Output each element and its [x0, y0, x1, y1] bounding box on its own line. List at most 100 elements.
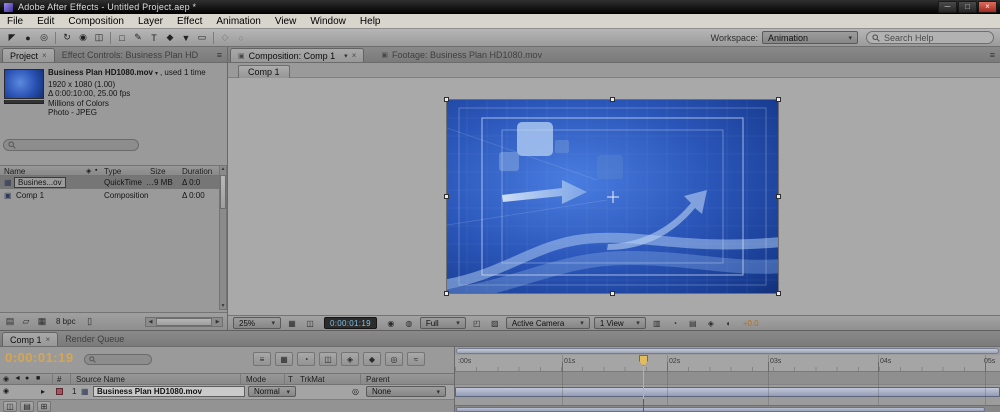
footage-thumbnail[interactable] — [4, 69, 44, 99]
brainstorm-icon[interactable]: ◆ — [363, 352, 381, 366]
scroll-up-icon[interactable]: ▲ — [220, 166, 226, 172]
expand-arrow-icon[interactable]: ▸ — [41, 387, 45, 396]
hand-tool-icon[interactable]: ● — [20, 31, 36, 45]
project-search-input[interactable] — [3, 139, 139, 151]
zoom-tool-icon[interactable]: ◎ — [36, 31, 52, 45]
layer-name[interactable]: Business Plan HD1080.mov — [93, 386, 245, 397]
column-type[interactable]: Type — [104, 167, 121, 176]
column-source-name[interactable]: Source Name — [76, 375, 125, 384]
selection-handle[interactable] — [610, 97, 615, 102]
selection-handle[interactable] — [776, 194, 781, 199]
trash-icon[interactable]: ▯ — [84, 316, 96, 327]
timeline-horizontal-scrollbar[interactable] — [455, 405, 1000, 412]
exposure-value[interactable]: +0.0 — [743, 319, 759, 328]
column-parent[interactable]: Parent — [366, 375, 390, 384]
expand-layer-switches-icon[interactable]: ◫ — [3, 401, 17, 412]
rotation-tool-icon[interactable]: ↻ — [59, 31, 75, 45]
time-ruler[interactable]: :00s 01s 02s 03s 04s 05s — [455, 355, 1000, 372]
project-horizontal-scrollbar[interactable]: ◀ ▶ — [145, 316, 223, 327]
expand-in-out-icon[interactable]: ⊞ — [37, 401, 51, 412]
column-name[interactable]: Name — [4, 167, 25, 176]
eye-column-icon[interactable]: ◉ — [3, 375, 9, 383]
project-vertical-scrollbar[interactable]: ▲ ▼ — [219, 165, 227, 310]
work-area[interactable] — [455, 347, 1000, 355]
timeline-button-icon[interactable]: ▤ — [686, 317, 700, 329]
mask-rectangle-tool-icon[interactable]: □ — [114, 31, 130, 45]
tab-close-icon[interactable]: × — [42, 51, 47, 60]
pan-behind-tool-icon[interactable]: ◫ — [91, 31, 107, 45]
scrollbar-thumb[interactable] — [156, 317, 212, 326]
panel-menu-icon[interactable]: ≡ — [990, 50, 995, 60]
comp-flowchart-icon[interactable]: ◈ — [704, 317, 718, 329]
menu-animation[interactable]: Animation — [209, 14, 267, 28]
region-of-interest-icon[interactable]: ◰ — [470, 317, 484, 329]
selection-tool-icon[interactable]: ◤ — [4, 31, 20, 45]
row-name[interactable]: Comp 1 — [16, 191, 44, 200]
hide-shy-layers-icon[interactable]: ◔ — [297, 352, 315, 366]
index-column-icon[interactable]: # — [57, 375, 61, 384]
tab-close-icon[interactable]: × — [352, 51, 357, 60]
scrollbar-thumb[interactable] — [456, 407, 985, 412]
table-row-comp[interactable]: ▣ Comp 1 Composition Δ 0:00 — [0, 189, 227, 202]
magnification-dropdown[interactable]: 25% ▾ — [233, 317, 281, 329]
auto-keyframe-icon[interactable]: ◎ — [385, 352, 403, 366]
view-layout-dropdown[interactable]: 1 View ▾ — [593, 317, 646, 329]
comp-canvas[interactable] — [441, 97, 784, 303]
transparency-grid-icon[interactable]: ▨ — [488, 317, 502, 329]
brush-tool-icon[interactable]: ◆ — [162, 31, 178, 45]
close-button[interactable]: × — [978, 1, 997, 13]
pixel-aspect-icon[interactable]: ▥ — [650, 317, 664, 329]
eye-icon[interactable]: ◉ — [3, 387, 9, 395]
frame-blend-icon[interactable]: ◫ — [319, 352, 337, 366]
scroll-left-icon[interactable]: ◀ — [146, 319, 155, 325]
help-search-input[interactable]: Search Help — [866, 31, 994, 44]
graph-editor-icon[interactable]: ≈ — [407, 352, 425, 366]
tab-close-icon[interactable]: × — [46, 335, 51, 344]
selection-handle[interactable] — [444, 97, 449, 102]
menu-file[interactable]: File — [0, 14, 30, 28]
eraser-tool-icon[interactable]: ▭ — [194, 31, 210, 45]
motion-blur-icon[interactable]: ◈ — [341, 352, 359, 366]
column-size[interactable]: Size — [150, 167, 166, 176]
selection-handle[interactable] — [776, 97, 781, 102]
column-mode[interactable]: Mode — [246, 375, 266, 384]
comp-mini-flowchart-icon[interactable]: ≡ — [253, 352, 271, 366]
panel-menu-icon[interactable]: ≡ — [217, 50, 222, 60]
label-column-icon[interactable]: ◈ — [86, 167, 91, 175]
lock-column-icon[interactable]: ■ — [36, 375, 40, 382]
scrollbar-thumb[interactable] — [220, 175, 226, 209]
grid-options-icon[interactable]: ▦ — [285, 317, 299, 329]
bit-depth-button[interactable]: 8 bpc — [56, 317, 76, 326]
row-name[interactable]: Busines...ov — [14, 177, 66, 188]
chevron-down-icon[interactable]: ▾ — [155, 71, 158, 77]
audio-column-icon[interactable]: ◄ — [14, 375, 21, 382]
maximize-button[interactable]: □ — [958, 1, 977, 13]
tab-composition[interactable]: ▣ Composition: Comp 1 ▾ × — [230, 48, 365, 62]
timeline-search-input[interactable] — [84, 354, 152, 365]
selection-handle[interactable] — [444, 291, 449, 296]
expand-transfer-controls-icon[interactable]: ▤ — [20, 401, 34, 412]
menu-view[interactable]: View — [268, 14, 304, 28]
table-row-footage[interactable]: ▦ Busines...ov QuickTime …9 MB Δ 0:0 — [0, 176, 227, 189]
tab-project[interactable]: Project × — [2, 48, 55, 62]
snapshot-icon[interactable]: ◉ — [384, 317, 398, 329]
resolution-dropdown[interactable]: Full ▾ — [419, 317, 466, 329]
menu-composition[interactable]: Composition — [61, 14, 131, 28]
comp-navigator-chip[interactable]: Comp 1 — [238, 65, 290, 78]
type-tool-icon[interactable]: T — [146, 31, 162, 45]
fast-preview-icon[interactable]: ◔ — [668, 317, 682, 329]
chevron-down-icon[interactable]: ▾ — [339, 52, 348, 60]
selection-handle[interactable] — [444, 194, 449, 199]
tab-comp-timeline[interactable]: Comp 1 × — [2, 332, 59, 346]
scroll-down-icon[interactable]: ▼ — [220, 303, 226, 309]
tab-render-queue[interactable]: Render Queue — [58, 332, 131, 346]
flag-column-icon[interactable]: ▪ — [95, 167, 97, 174]
reset-exposure-icon[interactable]: ◐ — [722, 317, 736, 329]
thumbnail-scrub-bar[interactable] — [4, 100, 44, 104]
draft-3d-icon[interactable]: ▦ — [275, 352, 293, 366]
layer-row[interactable]: ◉ ▸ 1 ▦ Business Plan HD1080.mov Normal … — [0, 385, 454, 399]
new-composition-icon[interactable]: ▦ — [36, 316, 48, 327]
menu-layer[interactable]: Layer — [131, 14, 170, 28]
tab-footage[interactable]: ▣ Footage: Business Plan HD1080.mov — [374, 48, 549, 62]
menu-effect[interactable]: Effect — [170, 14, 209, 28]
